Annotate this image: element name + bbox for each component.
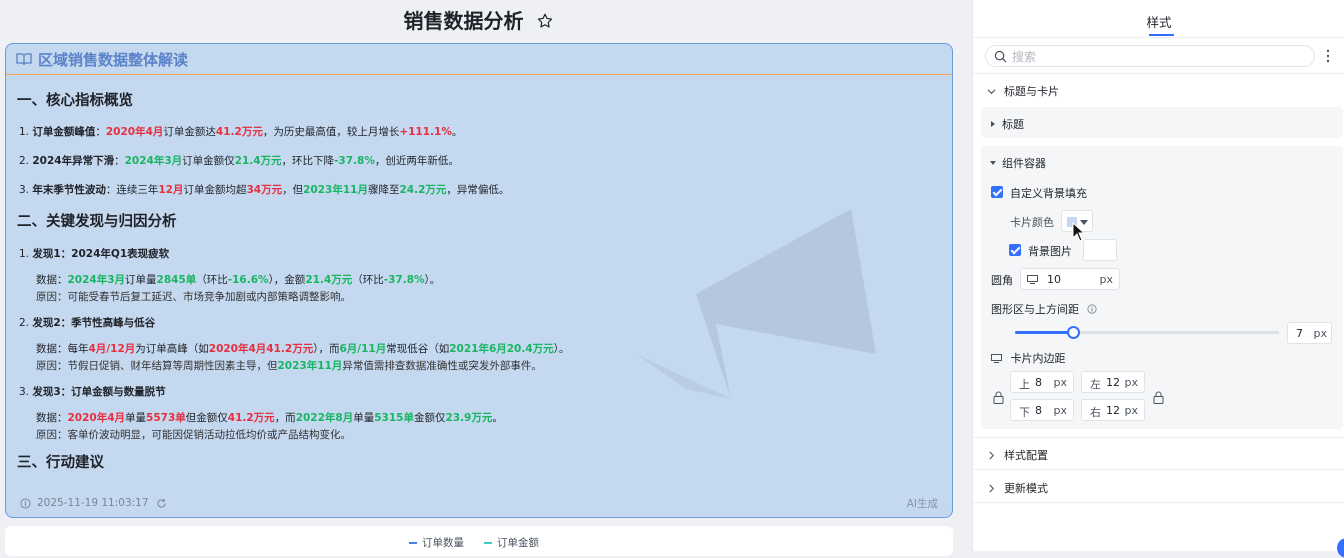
chart-card (5, 526, 953, 556)
assistant-button[interactable] (1337, 538, 1344, 558)
finding-data: 数据：每年4月/12月为订单高峰（如2020年4月41.2万元），而6月/11月… (36, 343, 570, 355)
legend-item[interactable]: 订单金额 (484, 535, 539, 550)
chevron-right-icon (989, 484, 995, 492)
divider (973, 502, 1344, 503)
section-title-card-header[interactable]: 标题与卡片 (987, 83, 1059, 99)
finding-title: 2. 发现2：季节性高峰与低谷 (19, 317, 156, 329)
gap-slider[interactable] (1015, 326, 1279, 339)
info-icon (1086, 304, 1097, 314)
radius-unit: px (1099, 273, 1114, 286)
legend-swatch (409, 541, 417, 544)
divider (973, 437, 1344, 438)
padding-bottom-input[interactable]: 下 8 px (1010, 399, 1074, 421)
tab-style[interactable]: 样式 (973, 12, 1344, 31)
legend-swatch (484, 541, 492, 544)
monitor-icon (991, 354, 1002, 363)
timestamp: 2025-11-19 11:03:17 (37, 497, 149, 509)
page-title: 销售数据分析 (0, 6, 958, 36)
info-icon (20, 497, 31, 509)
list-item: 1. 订单金额峰值：2020年4月订单金额达41.2万元，为历史最高值，较上月增… (19, 126, 463, 138)
more-icon[interactable] (1326, 49, 1330, 63)
finding-reason: 原因：节假日促销、财年结算等周期性因素主导，但2023年11月异常值需排查数据准… (36, 360, 542, 372)
chevron-right-icon (989, 451, 995, 459)
padding-left-input[interactable]: 左 12 px (1081, 371, 1145, 393)
subsection-title[interactable] (981, 107, 1343, 138)
finding-reason: 原因：客单价波动明显，可能因促销活动拉低均价或产品结构变化。 (36, 429, 351, 441)
finding-reason: 原因：可能受春节后复工延迟、市场竞争加剧或内部策略调整影响。 (36, 291, 351, 303)
gap-label: 图形区与上方间距 (991, 301, 1097, 317)
section-heading: 二、关键发现与归因分析 (17, 214, 177, 230)
subsection-title-header[interactable]: 标题 (990, 116, 1024, 132)
section-heading: 三、行动建议 (17, 455, 104, 471)
caret-down-icon (990, 161, 996, 165)
list-item: 2. 2024年异常下滑：2024年3月订单金额仅21.4万元，环比下降-37.… (19, 155, 459, 167)
padding-right-input[interactable]: 右 12 px (1081, 399, 1145, 421)
card-header: 区域销售数据整体解读 (6, 44, 952, 75)
monitor-icon (1027, 275, 1038, 284)
ai-generated-tag: AI生成 (906, 497, 938, 510)
book-icon (16, 53, 32, 66)
caret-right-icon (991, 121, 995, 127)
mouse-cursor-icon (1072, 222, 1086, 242)
refresh-icon[interactable] (156, 498, 167, 509)
list-item: 3. 年末季节性波动：连续三年12月订单金额均超34万元，但2023年11月骤降… (19, 184, 510, 196)
card-title: 区域销售数据整体解读 (38, 50, 189, 69)
finding-title: 3. 发现3：订单金额与数量脱节 (19, 386, 166, 398)
insight-card[interactable]: 区域销售数据整体解读 一、核心指标概览 1. 订单金额峰值：2020年4月订单金… (5, 43, 953, 518)
style-panel: 样式 搜索 标题与卡片 标题 组件容器 自定义背景填充 卡片颜色 背景图片 圆角… (972, 0, 1344, 551)
radius-label: 圆角 (991, 274, 1013, 287)
card-body: 一、核心指标概览 1. 订单金额峰值：2020年4月订单金额达41.2万元，为历… (6, 76, 952, 486)
star-icon[interactable] (536, 12, 554, 30)
radius-value: 10 (1047, 273, 1061, 286)
gap-input[interactable]: 7 px (1287, 322, 1332, 344)
finding-title: 1. 发现1：2024年Q1表现疲软 (19, 248, 170, 260)
padding-label: 卡片内边距 (991, 350, 1066, 366)
finding-data: 数据：2020年4月单量5573单但金额仅41.2万元，而2022年8月单量53… (36, 412, 503, 424)
search-icon (994, 50, 1007, 62)
custom-bg-checkbox[interactable] (991, 186, 1003, 198)
lock-icon[interactable] (1153, 391, 1164, 404)
divider (973, 469, 1344, 470)
tab-underline (1149, 34, 1174, 36)
page-title-text: 销售数据分析 (403, 9, 524, 33)
custom-bg-label: 自定义背景填充 (1010, 187, 1087, 200)
section-heading: 一、核心指标概览 (17, 93, 133, 109)
subsection-container-header[interactable]: 组件容器 (990, 155, 1046, 171)
lock-icon[interactable] (993, 391, 1004, 404)
search-placeholder: 搜索 (1012, 49, 1037, 64)
finding-data: 数据：2024年3月订单量2845单（环比-16.6%），金额21.4万元（环比… (36, 274, 441, 286)
slider-fill (1015, 331, 1074, 334)
card-color-label: 卡片颜色 (1010, 216, 1054, 229)
divider (973, 73, 1344, 74)
bg-image-picker[interactable] (1083, 239, 1117, 261)
section-update-mode[interactable]: 更新模式 (987, 480, 1048, 496)
section-style-config[interactable]: 样式配置 (987, 447, 1048, 463)
search-input[interactable]: 搜索 (985, 45, 1315, 67)
radius-input[interactable]: 10 px (1020, 268, 1120, 290)
bg-image-checkbox[interactable] (1009, 244, 1021, 256)
bg-image-label: 背景图片 (1028, 245, 1072, 258)
report-canvas: 销售数据分析 区域销售数据整体解读 一、核心指标概览 1. 订单金额峰值：202… (0, 0, 972, 556)
chevron-down-icon (987, 88, 996, 94)
padding-top-input[interactable]: 上 8 px (1010, 371, 1074, 393)
divider (973, 37, 1344, 38)
card-footer: 2025-11-19 11:03:17 AI生成 (6, 489, 952, 517)
slider-handle[interactable] (1067, 326, 1081, 339)
legend-item[interactable]: 订单数量 (409, 535, 464, 550)
